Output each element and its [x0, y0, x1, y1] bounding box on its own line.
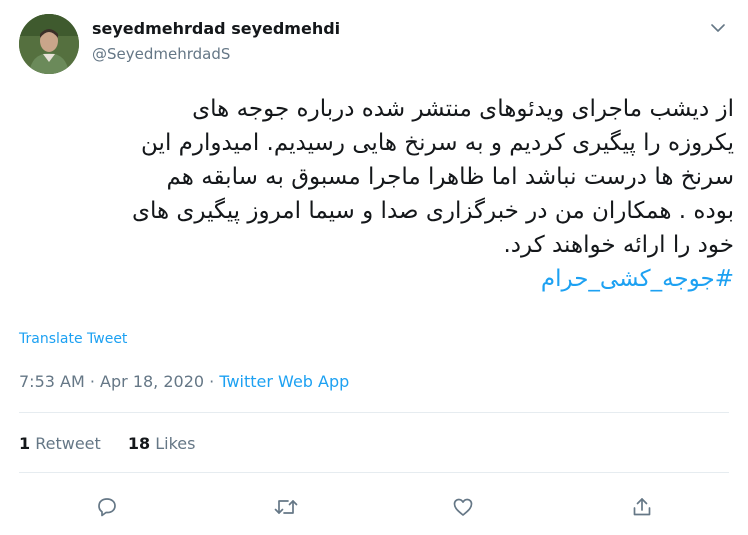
share-icon — [633, 498, 651, 516]
likes-stat[interactable]: 18 Likes — [128, 434, 196, 453]
retweet-button[interactable] — [269, 490, 303, 524]
avatar-photo — [19, 14, 79, 74]
reply-icon — [98, 498, 116, 517]
heart-icon — [453, 498, 473, 516]
tweet-source-link[interactable]: Twitter Web App — [219, 372, 349, 391]
like-button[interactable] — [446, 490, 480, 524]
tweet-metadata: 7:53 AM · Apr 18, 2020 · Twitter Web App — [19, 372, 349, 391]
retweet-icon — [274, 500, 298, 514]
divider — [19, 412, 729, 413]
engagement-stats: 1 Retweet 18 Likes — [19, 434, 217, 453]
likes-label: Likes — [155, 434, 196, 453]
retweet-label: Retweet — [35, 434, 101, 453]
meta-separator: · — [89, 372, 95, 391]
divider — [19, 472, 729, 473]
chevron-down-icon — [711, 24, 725, 32]
tweet-text-line: سرنخ ها درست نباشد اما ظاهرا ماجرا مسبوق… — [166, 164, 734, 190]
share-button[interactable] — [625, 490, 659, 524]
hashtag-link[interactable]: #جوجه_کشی_حرام — [541, 266, 734, 292]
tweet-actions — [0, 490, 748, 524]
tweet-text-line: بوده . همکاران من در خبرگزاری صدا و سیما… — [131, 198, 734, 224]
tweet-time: 7:53 AM — [19, 372, 85, 391]
author-name[interactable]: seyedmehrdad seyedmehdi — [92, 19, 340, 38]
tweet-text-line: از دیشب ماجرای ویدئوهای منتشر شده درباره… — [192, 96, 734, 122]
retweet-stat[interactable]: 1 Retweet — [19, 434, 101, 453]
tweet-text: از دیشب ماجرای ویدئوهای منتشر شده درباره… — [14, 92, 734, 296]
avatar[interactable] — [19, 14, 79, 74]
tweet-text-line: خود را ارائه خواهند کرد. — [503, 232, 734, 258]
translate-tweet-link[interactable]: Translate Tweet — [19, 331, 127, 347]
reply-button[interactable] — [90, 490, 124, 524]
like-count: 18 — [127, 434, 151, 453]
author-handle[interactable]: @SeyedmehrdadS — [92, 45, 230, 63]
more-options-button[interactable] — [706, 16, 730, 40]
tweet-text-line: یکروزه را پیگیری کردیم و به سرنخ هایی رس… — [141, 130, 734, 156]
retweet-count: 1 — [19, 434, 31, 453]
meta-separator: · — [209, 372, 215, 391]
tweet-date: Apr 18, 2020 — [100, 372, 205, 391]
